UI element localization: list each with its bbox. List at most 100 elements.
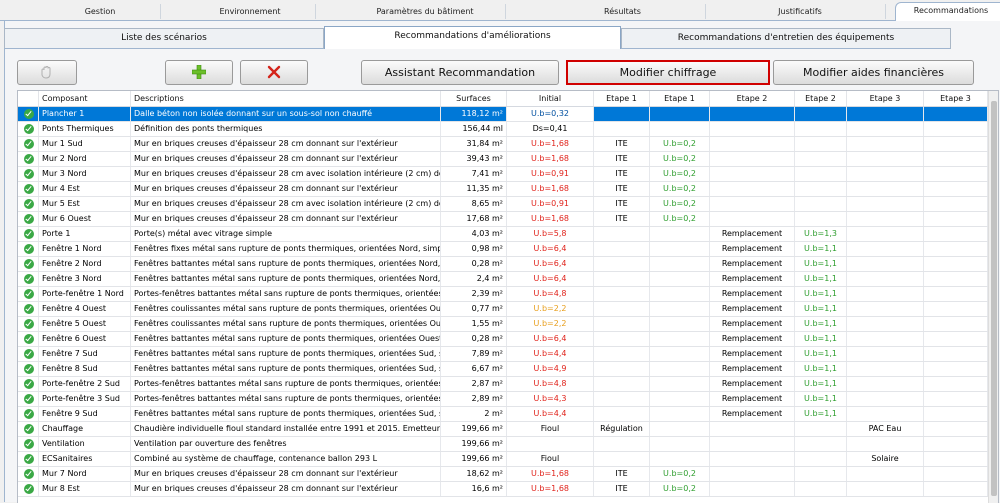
col-etape1-value-cell[interactable]: U.b=0,2: [650, 167, 710, 181]
col-etape2-cell[interactable]: Remplacement: [710, 317, 795, 331]
modifier-chiffrage-button[interactable]: Modifier chiffrage: [566, 60, 770, 85]
col-etape1-cell[interactable]: ITE: [594, 182, 650, 196]
col-etape3-cell[interactable]: [847, 467, 924, 481]
col-etape2-cell[interactable]: [710, 482, 795, 496]
col-etape1-cell[interactable]: [594, 362, 650, 376]
status-cell[interactable]: [18, 407, 39, 421]
col-surfaces-cell[interactable]: 7,41 m²: [441, 167, 507, 181]
col-etape3-header[interactable]: Etape 3: [847, 91, 924, 106]
col-etape1-cell[interactable]: ITE: [594, 197, 650, 211]
col-initial-cell[interactable]: U.b=6,4: [507, 272, 594, 286]
col-surfaces-cell[interactable]: 199,66 m²: [441, 437, 507, 451]
col-etape2-value-cell[interactable]: U.b=1,1: [795, 392, 847, 406]
col-etape3-cell[interactable]: [847, 167, 924, 181]
modifier-aides-financieres-button[interactable]: Modifier aides financières: [773, 60, 974, 85]
col-etape1-cell[interactable]: [594, 257, 650, 271]
tab-resultats[interactable]: Résultats: [540, 4, 706, 19]
col-etape2-value-cell[interactable]: [795, 467, 847, 481]
table-row[interactable]: Fenêtre 4 Ouest Fenêtres coulissantes mét…: [18, 302, 988, 317]
col-etape2-value-cell[interactable]: [795, 482, 847, 496]
col-etape3-cell[interactable]: [847, 302, 924, 316]
col-etape2-cell[interactable]: [710, 437, 795, 451]
col-etape1-value-cell[interactable]: [650, 272, 710, 286]
col-composant-cell[interactable]: Mur 7 Nord: [39, 467, 131, 481]
col-etape3-value-cell[interactable]: [924, 332, 988, 346]
col-etape2-value-cell[interactable]: U.b=1,1: [795, 272, 847, 286]
col-etape1-value-cell[interactable]: [650, 437, 710, 451]
table-row[interactable]: Porte 1 Porte(s) métal avec vitrage simpl…: [18, 227, 988, 242]
col-composant-cell[interactable]: Chauffage: [39, 422, 131, 436]
col-descriptions-cell[interactable]: Porte(s) métal avec vitrage simple: [131, 227, 441, 241]
col-etape3-cell[interactable]: [847, 437, 924, 451]
col-etape1-value-cell[interactable]: U.b=0,2: [650, 467, 710, 481]
col-composant-cell[interactable]: ECSanitaires: [39, 452, 131, 466]
col-initial-cell[interactable]: U.b=6,4: [507, 332, 594, 346]
table-row[interactable]: Fenêtre 7 Sud Fenêtres battantes métal sa…: [18, 347, 988, 362]
table-row[interactable]: Fenêtre 3 Nord Fenêtres battantes métal s…: [18, 272, 988, 287]
col-surfaces-cell[interactable]: 2,4 m²: [441, 272, 507, 286]
col-etape1-cell[interactable]: [594, 437, 650, 451]
col-surfaces-cell[interactable]: 199,66 m²: [441, 452, 507, 466]
col-etape2-cell[interactable]: [710, 197, 795, 211]
col-initial-cell[interactable]: U.b=4,4: [507, 407, 594, 421]
col-initial-cell[interactable]: Fioul: [507, 422, 594, 436]
col-etape2-value-cell[interactable]: U.b=1,1: [795, 332, 847, 346]
col-etape2-value-cell[interactable]: [795, 182, 847, 196]
col-etape1-cell[interactable]: [594, 287, 650, 301]
col-etape3-value-cell[interactable]: [924, 227, 988, 241]
table-row[interactable]: Chauffage Chaudière individuelle fioul st…: [18, 422, 988, 437]
col-etape3-value-cell[interactable]: [924, 137, 988, 151]
col-etape2-cell[interactable]: [710, 212, 795, 226]
col-etape3-value-cell[interactable]: [924, 407, 988, 421]
col-surfaces-cell[interactable]: 2,89 m²: [441, 392, 507, 406]
col-surfaces-cell[interactable]: 4,03 m²: [441, 227, 507, 241]
col-descriptions-cell[interactable]: Ventilation par ouverture des fenêtres: [131, 437, 441, 451]
col-initial-cell[interactable]: U.b=0,91: [507, 197, 594, 211]
col-descriptions-cell[interactable]: Mur en briques creuses d'épaisseur 28 cm…: [131, 467, 441, 481]
table-row[interactable]: Plancher 1 Dalle béton non isolée donnant…: [18, 107, 988, 122]
col-composant-cell[interactable]: Fenêtre 3 Nord: [39, 272, 131, 286]
col-etape1-value-cell[interactable]: U.b=0,2: [650, 152, 710, 166]
col-etape3-value-cell[interactable]: [924, 212, 988, 226]
col-etape1-cell[interactable]: ITE: [594, 482, 650, 496]
col-etape3-cell[interactable]: [847, 482, 924, 496]
status-cell[interactable]: [18, 392, 39, 406]
col-surfaces-cell[interactable]: 0,28 m²: [441, 257, 507, 271]
col-etape2-value-cell[interactable]: [795, 152, 847, 166]
col-composant-cell[interactable]: Fenêtre 6 Ouest: [39, 332, 131, 346]
col-etape2-value-cell[interactable]: [795, 167, 847, 181]
tab-recommandations[interactable]: Recommandations: [895, 2, 1000, 21]
col-etape1-value-cell[interactable]: [650, 347, 710, 361]
status-cell[interactable]: [18, 317, 39, 331]
col-etape3-value-cell[interactable]: [924, 107, 988, 121]
status-cell[interactable]: [18, 197, 39, 211]
col-surfaces-cell[interactable]: 0,77 m²: [441, 302, 507, 316]
col-initial-cell[interactable]: U.b=1,68: [507, 182, 594, 196]
hand-button[interactable]: [17, 60, 77, 85]
col-etape3-value-cell[interactable]: [924, 377, 988, 391]
col-descriptions-cell[interactable]: Mur en briques creuses d'épaisseur 28 cm…: [131, 212, 441, 226]
col-descriptions-cell[interactable]: Fenêtres battantes métal sans rupture de…: [131, 332, 441, 346]
col-etape2-cell[interactable]: Remplacement: [710, 347, 795, 361]
col-surfaces-cell[interactable]: 2 m²: [441, 407, 507, 421]
col-initial-cell[interactable]: U.b=1,68: [507, 152, 594, 166]
add-button[interactable]: [165, 60, 233, 85]
col-etape3-value-cell[interactable]: [924, 422, 988, 436]
col-initial-cell[interactable]: U.b=5,8: [507, 227, 594, 241]
col-etape1-cell[interactable]: ITE: [594, 467, 650, 481]
col-etape2-value-cell[interactable]: [795, 437, 847, 451]
col-descriptions-cell[interactable]: Dalle béton non isolée donnant sur un so…: [131, 107, 441, 121]
col-etape1-value-cell[interactable]: U.b=0,2: [650, 197, 710, 211]
col-etape3-cell[interactable]: [847, 377, 924, 391]
vertical-scrollbar[interactable]: [988, 91, 998, 503]
col-etape3-value-cell[interactable]: [924, 197, 988, 211]
col-descriptions-cell[interactable]: Fenêtres battantes métal sans rupture de…: [131, 272, 441, 286]
col-descriptions-cell[interactable]: Fenêtres fixes métal sans rupture de pon…: [131, 242, 441, 256]
col-surfaces-cell[interactable]: 6,67 m²: [441, 362, 507, 376]
col-surfaces-cell[interactable]: 0,28 m²: [441, 332, 507, 346]
col-initial-cell[interactable]: Fioul: [507, 452, 594, 466]
col-composant-cell[interactable]: Mur 6 Ouest: [39, 212, 131, 226]
status-cell[interactable]: [18, 437, 39, 451]
col-surfaces-header[interactable]: Surfaces: [441, 91, 507, 106]
status-cell[interactable]: [18, 227, 39, 241]
